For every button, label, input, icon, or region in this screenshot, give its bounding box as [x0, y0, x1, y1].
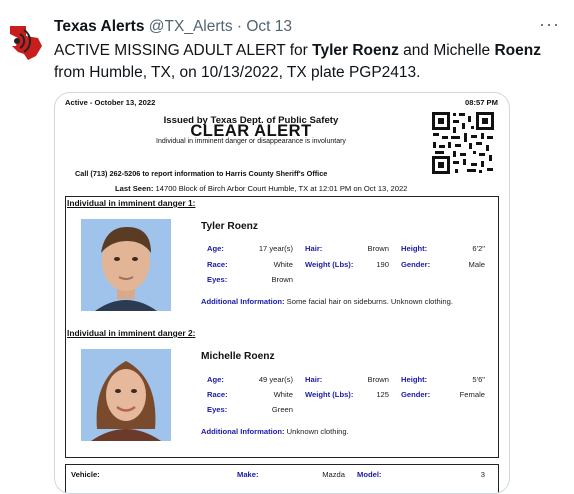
age-label: Age:	[207, 244, 224, 253]
author-handle[interactable]: @TX_Alerts	[149, 18, 233, 35]
addl-info-label: Additional Information:	[201, 427, 285, 436]
person-2-name: Michelle Roenz	[201, 351, 275, 362]
person-2-additional-info: Additional Information: Unknown clothing…	[201, 427, 349, 436]
weight-label: Weight (Lbs):	[305, 260, 354, 269]
model-label: Model:	[357, 470, 382, 479]
tweet-text: ACTIVE MISSING ADULT ALERT for Tyler Roe…	[54, 40, 560, 84]
doc-status: Active - October 13, 2022	[65, 98, 156, 107]
person-2-addl-value: Unknown clothing.	[286, 427, 349, 436]
gender-label: Gender:	[401, 390, 431, 399]
person-1-additional-info: Additional Information: Some facial hair…	[201, 297, 453, 306]
person-1-photo	[81, 219, 171, 311]
make-label: Make:	[237, 470, 259, 479]
person-1-eyes: Brown	[271, 275, 293, 284]
person-2-race: White	[273, 390, 293, 399]
tweet-text-part: and Michelle	[398, 42, 495, 59]
hair-label: Hair:	[305, 244, 323, 253]
height-label: Height:	[401, 375, 428, 384]
person-2-section-title: Individual in imminent danger 2:	[67, 328, 196, 338]
vehicle-make: Mazda	[322, 470, 345, 479]
hair-label: Hair:	[305, 375, 323, 384]
age-label: Age:	[207, 375, 224, 384]
vehicle-box	[65, 464, 499, 493]
author-name[interactable]: Texas Alerts	[54, 18, 144, 35]
race-label: Race:	[207, 390, 228, 399]
tweet-text-part: ACTIVE MISSING ADULT ALERT for	[54, 42, 313, 59]
person-2-hair: Brown	[367, 375, 389, 384]
eyes-label: Eyes:	[207, 405, 228, 414]
person-2-photo	[81, 349, 171, 441]
person-1-section-title: Individual in imminent danger 1:	[67, 198, 196, 208]
tweet-text-name: Roenz	[494, 42, 541, 59]
vehicle-label: Vehicle:	[71, 470, 100, 479]
addl-info-label: Additional Information:	[201, 297, 285, 306]
tweet-text-part: from Humble, TX, on 10/13/2022, TX plate…	[54, 64, 421, 81]
person-1-hair: Brown	[367, 244, 389, 253]
doc-time: 08:57 PM	[465, 98, 498, 107]
person-1-weight: 190	[376, 260, 389, 269]
person-2-age: 49 year(s)	[258, 375, 293, 384]
person-1-name: Tyler Roenz	[201, 221, 258, 232]
tweet: Texas Alerts @TX_Alerts · Oct 13 ··· ACT…	[0, 0, 574, 494]
person-2-gender: Female	[459, 390, 485, 399]
person-1-addl-value: Some facial hair on sideburns. Unknown c…	[286, 297, 453, 306]
person-1-gender: Male	[468, 260, 485, 269]
last-seen-label: Last Seen:	[115, 184, 154, 193]
person-1-age: 17 year(s)	[258, 244, 293, 253]
vehicle-model: 3	[480, 470, 485, 479]
person-2-eyes: Green	[271, 405, 293, 414]
tweet-text-name: Tyler Roenz	[312, 42, 399, 59]
clear-alert-document: Active - October 13, 2022 08:57 PM Issue…	[55, 93, 509, 493]
person-2-weight: 125	[376, 390, 389, 399]
race-label: Race:	[207, 260, 228, 269]
weight-label: Weight (Lbs):	[305, 390, 354, 399]
person-1-race: White	[273, 260, 293, 269]
doc-subtitle: Individual in imminent danger or disappe…	[156, 138, 346, 145]
alert-image-card[interactable]: Active - October 13, 2022 08:57 PM Issue…	[54, 92, 510, 494]
texas-alerts-logo-icon	[0, 16, 48, 64]
height-label: Height:	[401, 244, 428, 253]
separator-dot: ·	[236, 18, 243, 35]
author-avatar[interactable]	[0, 16, 48, 64]
person-1-height: 6'2"	[472, 244, 485, 253]
tweet-header: Texas Alerts @TX_Alerts · Oct 13	[54, 18, 292, 36]
person-2-height: 5'6"	[472, 375, 485, 384]
tweet-date[interactable]: Oct 13	[246, 18, 292, 35]
qr-code-icon	[431, 111, 495, 175]
last-seen-value: 14700 Block of Birch Arbor Court Humble,…	[155, 184, 408, 193]
gender-label: Gender:	[401, 260, 431, 269]
eyes-label: Eyes:	[207, 275, 228, 284]
doc-last-seen: Last Seen: 14700 Block of Birch Arbor Co…	[115, 184, 407, 193]
doc-call-line: Call (713) 262-5206 to report informatio…	[75, 169, 328, 178]
more-horizontal-icon[interactable]: ···	[539, 14, 560, 35]
